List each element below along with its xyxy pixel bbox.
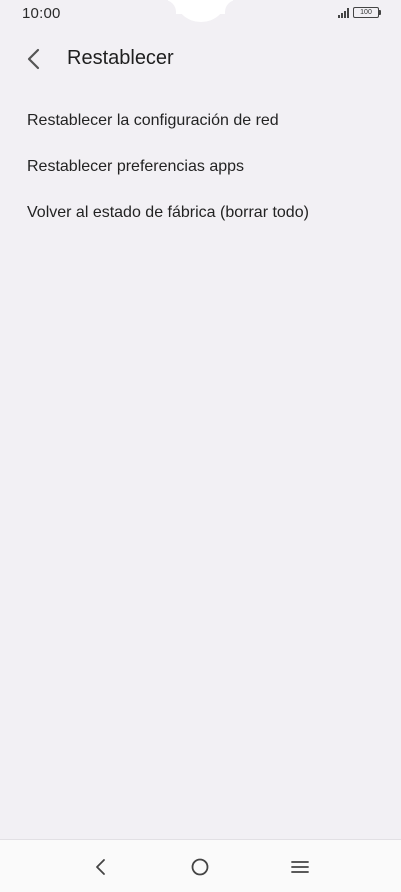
menu-item-label: Restablecer preferencias apps — [27, 158, 245, 175]
reset-app-preferences-item[interactable]: Restablecer preferencias apps — [0, 144, 401, 190]
battery-icon: 100 — [353, 7, 381, 18]
nav-home-button[interactable] — [185, 852, 215, 882]
signal-icon — [338, 7, 349, 18]
menu-item-label: Restablecer la configuración de red — [27, 112, 279, 129]
status-indicators: 100 — [338, 7, 381, 18]
status-time: 10:00 — [22, 5, 61, 22]
nav-back-icon — [96, 859, 105, 875]
nav-menu-icon — [291, 861, 309, 873]
reset-options-list: Restablecer la configuración de red Rest… — [0, 98, 401, 236]
chevron-left-icon — [27, 48, 40, 70]
camera-notch — [176, 0, 226, 22]
nav-home-icon — [191, 858, 209, 876]
factory-reset-item[interactable]: Volver al estado de fábrica (borrar todo… — [0, 190, 401, 236]
back-button[interactable] — [18, 44, 48, 74]
battery-level: 100 — [360, 9, 372, 16]
reset-network-settings-item[interactable]: Restablecer la configuración de red — [0, 98, 401, 144]
menu-item-label: Volver al estado de fábrica (borrar todo… — [27, 204, 309, 221]
app-bar: Restablecer — [0, 36, 401, 84]
page-title: Restablecer — [67, 47, 174, 69]
status-bar: 10:00 100 — [0, 0, 401, 28]
nav-back-button[interactable] — [85, 852, 115, 882]
nav-menu-button[interactable] — [285, 852, 315, 882]
navigation-bar — [0, 839, 401, 892]
